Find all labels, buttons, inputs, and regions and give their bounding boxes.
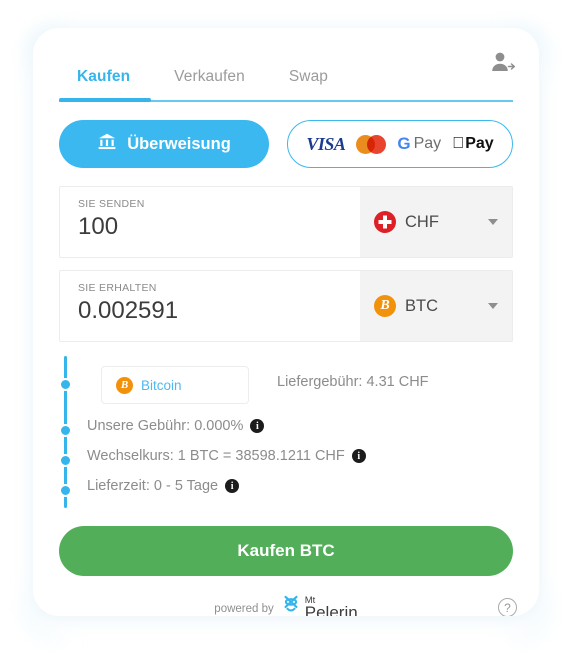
payment-method-row: Überweisung VISA G Pay  Pay [59, 118, 513, 170]
bank-transfer-label: Überweisung [127, 134, 231, 153]
card-payment-options[interactable]: VISA G Pay  Pay [287, 120, 513, 168]
swiss-flag-icon [374, 211, 396, 233]
receive-currency-selector[interactable]: B BTC [360, 271, 512, 341]
send-field: SIE SENDEN 100 CHF [59, 186, 513, 258]
powered-by-mt-pelerin[interactable]: powered by Mt Pelerin [33, 594, 539, 616]
delivery-time-label: Lieferzeit: 0 - 5 Tage [87, 478, 219, 494]
powered-by-label: powered by [214, 602, 274, 615]
bank-transfer-button[interactable]: Überweisung [59, 120, 269, 168]
tab-swap[interactable]: Swap [267, 68, 350, 97]
exchange-rate-row: Wechselkurs: 1 BTC = 38598.1211 CHF i [87, 448, 366, 464]
bitcoin-icon: B [374, 295, 396, 317]
info-icon[interactable]: i [351, 449, 366, 463]
timeline-dot [59, 424, 72, 437]
delivery-fee-label: Liefergebühr: 4.31 CHF [277, 374, 429, 390]
bank-icon [97, 132, 117, 156]
receive-field: SIE ERHALTEN 0.002591 B BTC [59, 270, 513, 342]
transaction-details: B Bitcoin Liefergebühr: 4.31 CHF Unsere … [59, 354, 513, 514]
widget-stage: Kaufen Verkaufen Swap Überweisung VISA G… [0, 0, 572, 662]
chevron-down-icon [488, 303, 498, 309]
google-pay-icon: G Pay [397, 134, 442, 153]
network-label: Bitcoin [141, 377, 182, 393]
buy-button[interactable]: Kaufen BTC [59, 526, 513, 576]
mt-pelerin-logo-icon [281, 594, 301, 616]
help-icon[interactable]: ? [498, 598, 517, 616]
timeline-dot [59, 454, 72, 467]
tab-verkaufen[interactable]: Verkaufen [152, 68, 267, 97]
brand-bottom: Pelerin [304, 603, 358, 616]
send-caption: SIE SENDEN [78, 198, 145, 210]
network-selector[interactable]: B Bitcoin [101, 366, 249, 404]
send-currency-code: CHF [405, 212, 439, 231]
our-fee-row: Unsere Gebühr: 0.000% i [87, 418, 265, 434]
timeline-dot [59, 484, 72, 497]
footer: powered by Mt Pelerin ? [33, 586, 539, 616]
exchange-rate-label: Wechselkurs: 1 BTC = 38598.1211 CHF [87, 448, 345, 464]
tab-bar: Kaufen Verkaufen Swap [59, 68, 513, 97]
delivery-time-row: Lieferzeit: 0 - 5 Tage i [87, 478, 240, 494]
visa-icon: VISA [306, 133, 346, 154]
receive-currency-code: BTC [405, 296, 438, 315]
chevron-down-icon [488, 219, 498, 225]
timeline-dot [59, 378, 72, 391]
receive-caption: SIE ERHALTEN [78, 282, 157, 294]
our-fee-label: Unsere Gebühr: 0.000% [87, 418, 244, 434]
send-currency-selector[interactable]: CHF [360, 187, 512, 257]
tab-kaufen[interactable]: Kaufen [59, 68, 152, 97]
info-icon[interactable]: i [225, 479, 240, 493]
bitcoin-icon: B [116, 376, 133, 394]
send-amount-value: 100 [78, 213, 119, 240]
info-icon[interactable]: i [250, 419, 265, 433]
tab-active-indicator [59, 98, 151, 102]
mastercard-icon [356, 134, 387, 154]
receive-amount-input[interactable]: SIE ERHALTEN 0.002591 [60, 271, 360, 341]
receive-amount-value: 0.002591 [78, 297, 179, 324]
apple-pay-icon:  Pay [452, 135, 493, 152]
send-amount-input[interactable]: SIE SENDEN 100 [60, 187, 360, 257]
exchange-widget-card: Kaufen Verkaufen Swap Überweisung VISA G… [33, 28, 539, 616]
